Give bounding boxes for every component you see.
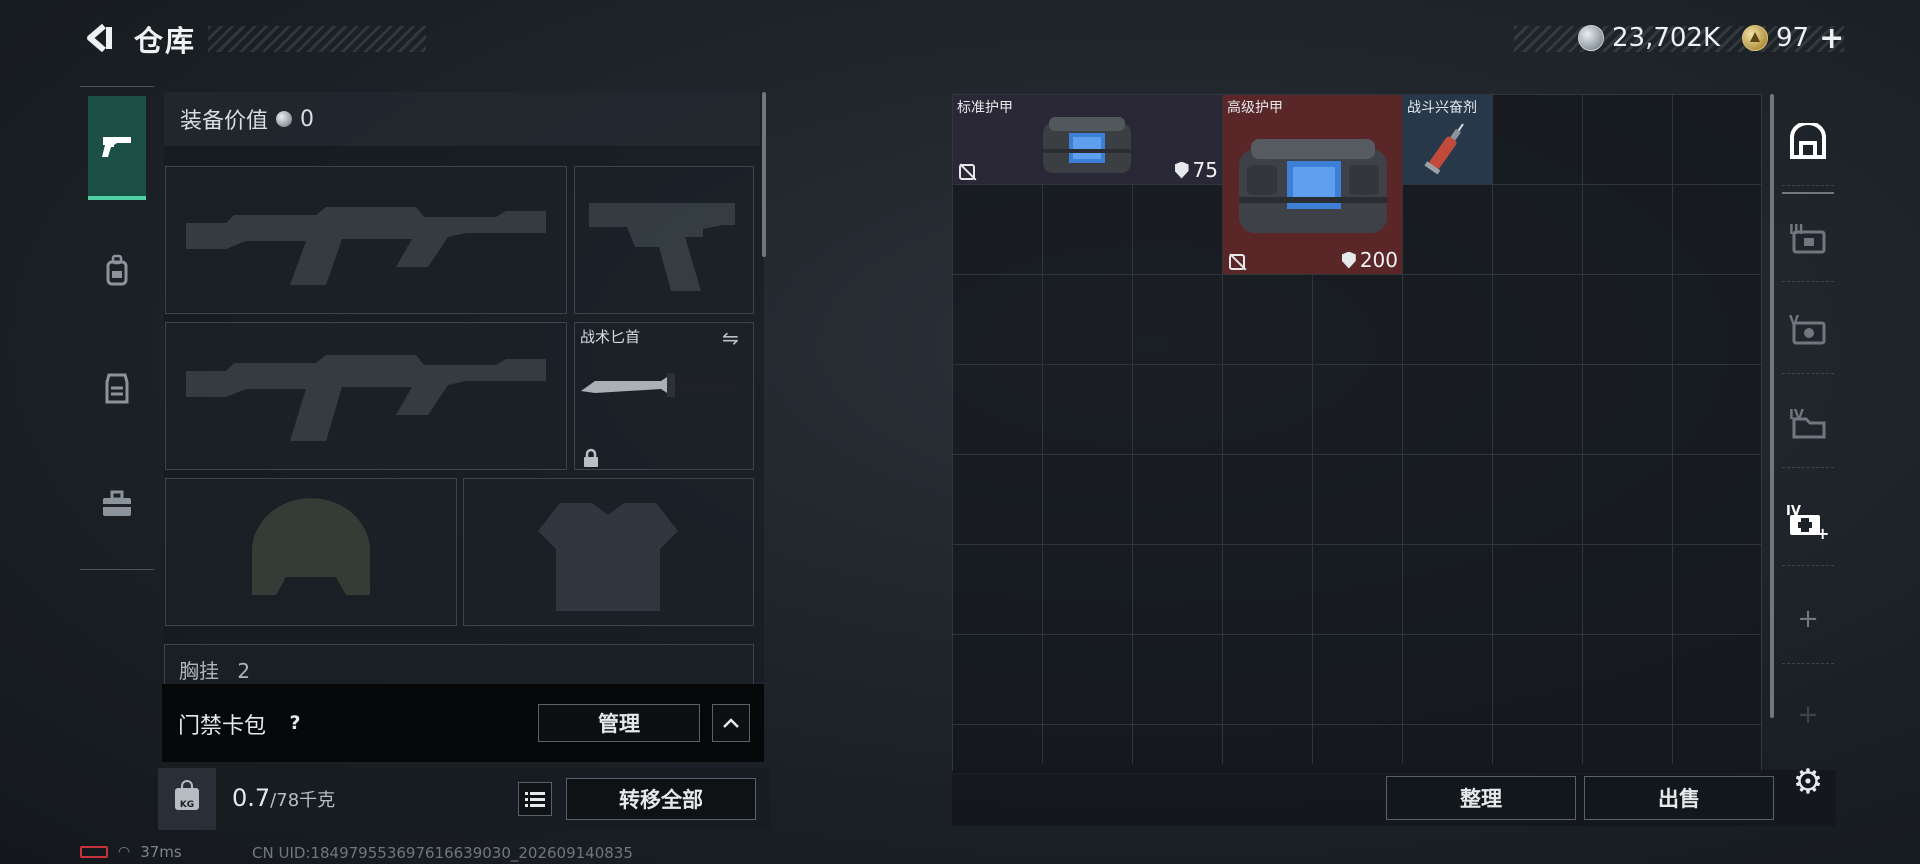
chest-rig-label: 胸挂: [179, 659, 219, 683]
item-name: 高级护甲: [1227, 100, 1283, 116]
category-backpack[interactable]: [88, 218, 146, 322]
category-weapons[interactable]: [88, 96, 146, 200]
swap-icon[interactable]: ⇋: [722, 326, 739, 350]
keycard-label: 门禁卡包: [178, 714, 267, 739]
weight-badge-text: KG: [179, 800, 195, 810]
armor-value-text: 75: [1192, 158, 1218, 182]
armor-value: 75: [1174, 158, 1218, 182]
shield-icon: [1341, 251, 1356, 269]
status-bar: ◠ 37ms: [80, 842, 182, 862]
backpack-icon: [106, 254, 128, 286]
armor-value-text: 200: [1359, 248, 1398, 272]
pistol-icon: [102, 137, 131, 157]
rifle-silhouette-icon: [186, 207, 546, 285]
tab-case-5[interactable]: V: [1782, 284, 1834, 374]
knife-slot-label: 战术匕首: [580, 328, 641, 346]
weight-readout: 0.7/78千克: [232, 784, 335, 812]
ping-text: 37ms: [140, 843, 182, 861]
equipment-value-label: 装备价值: [180, 109, 269, 134]
help-icon[interactable]: ?: [282, 710, 308, 736]
tab-add-storage-disabled: +: [1782, 670, 1834, 760]
pistol-slot[interactable]: [574, 166, 754, 314]
weight-current: 0.7: [232, 784, 271, 812]
settings-gear-icon[interactable]: ⚙: [1788, 762, 1828, 802]
tab-storage[interactable]: [1782, 96, 1834, 186]
armor-silhouette-icon: [538, 503, 678, 611]
silver-amount: 23,702K: [1612, 23, 1721, 53]
helmet-slot[interactable]: [165, 478, 457, 626]
manage-button[interactable]: 管理: [538, 704, 700, 742]
category-vest[interactable]: [88, 336, 146, 440]
sell-button[interactable]: 出售: [1584, 776, 1774, 820]
wifi-icon: ◠: [118, 844, 131, 860]
svg-text:IV: IV: [1789, 408, 1804, 423]
tab-case-3[interactable]: III: [1782, 192, 1834, 282]
add-icon: +: [1797, 603, 1819, 634]
armor-value: 200: [1341, 248, 1398, 272]
add-gold-icon[interactable]: +: [1819, 21, 1844, 56]
chest-rig-slot[interactable]: 胸挂 2: [164, 644, 754, 684]
tab-medical-case[interactable]: IV +: [1782, 476, 1834, 566]
no-drop-icon: [959, 164, 975, 180]
silver-currency: 23,702K: [1578, 20, 1720, 56]
organize-button[interactable]: 整理: [1386, 776, 1576, 820]
toolbox-icon: [103, 490, 131, 516]
list-icon: [525, 792, 545, 807]
warehouse-item-combat-stimulant[interactable]: 战斗兴奋剂: [1403, 95, 1492, 184]
vest-icon: [105, 373, 129, 404]
shield-icon: [1174, 161, 1189, 179]
syringe-icon: [1424, 123, 1464, 175]
gold-coin-icon: [1742, 25, 1768, 51]
title-decoration: [208, 26, 426, 52]
svg-text:+: +: [1816, 524, 1829, 541]
item-name: 标准护甲: [957, 100, 1013, 116]
helmet-silhouette-icon: [252, 498, 370, 595]
warehouse-scrollbar[interactable]: [1770, 94, 1774, 718]
battery-icon: [80, 846, 108, 858]
chest-rig-count: 2: [237, 659, 251, 683]
bag-icon: [1790, 122, 1826, 159]
list-view-button[interactable]: [518, 782, 552, 816]
tier5-case-icon: V: [1789, 314, 1826, 344]
tab-add-storage[interactable]: +: [1782, 574, 1834, 664]
tier3-case-icon: III: [1789, 223, 1826, 253]
no-drop-icon: [1229, 254, 1245, 270]
equipment-value: 0: [300, 106, 315, 132]
armor-bag-icon: [1239, 139, 1387, 233]
warehouse-item-standard-armor[interactable]: 标准护甲 75: [953, 95, 1222, 184]
tier4-case-icon: IV: [1789, 408, 1826, 438]
back-arrow-icon: [87, 23, 112, 53]
silver-coin-icon: [276, 111, 293, 127]
tab-case-4[interactable]: IV: [1782, 378, 1834, 468]
armor-bag-icon: [1043, 117, 1131, 173]
rifle-silhouette-icon: [186, 355, 546, 441]
weight-icon: KG: [175, 780, 199, 810]
equipment-value-header: 装备价值 0: [164, 92, 760, 146]
weight-max: /78千克: [270, 790, 336, 811]
lock-icon: [582, 448, 600, 473]
category-toolbox[interactable]: [88, 452, 146, 556]
equipment-scrollbar[interactable]: [762, 92, 766, 257]
silver-coin-icon: [1578, 25, 1604, 51]
primary-weapon-slot[interactable]: [165, 166, 567, 314]
medical-case-icon: IV +: [1786, 504, 1829, 541]
weight-badge: KG: [158, 768, 216, 830]
add-icon: +: [1797, 700, 1819, 730]
item-name: 战斗兴奋剂: [1407, 100, 1477, 116]
gold-currency[interactable]: 97 +: [1742, 20, 1844, 56]
gold-amount: 97: [1776, 23, 1810, 53]
warehouse-item-advanced-armor[interactable]: 高级护甲 200: [1223, 95, 1402, 274]
chevron-up-icon: [723, 718, 739, 728]
back-button[interactable]: [80, 20, 116, 56]
pistol-silhouette-icon: [589, 203, 735, 291]
body-armor-slot[interactable]: [463, 478, 754, 626]
collapse-button[interactable]: [712, 704, 750, 742]
uid-text: CN UID:18497955369761663903​0_2026091408…: [252, 844, 633, 862]
page-title: 仓库: [134, 24, 197, 58]
transfer-all-button[interactable]: 转移全部: [566, 778, 756, 820]
secondary-weapon-slot[interactable]: [165, 322, 567, 470]
